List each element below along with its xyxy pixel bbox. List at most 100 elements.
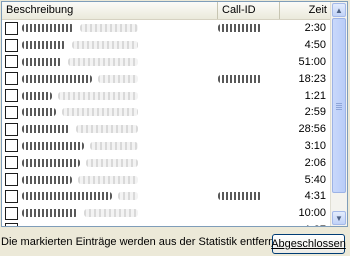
table-row[interactable]: 4:31 [2, 188, 332, 205]
redacted-description [22, 141, 84, 150]
redacted-call-id [218, 192, 262, 201]
redacted-description [22, 209, 78, 218]
description-cell [2, 121, 218, 138]
redacted-description [22, 192, 112, 201]
call-id-cell [218, 87, 280, 104]
description-cell [2, 138, 218, 155]
row-checkbox[interactable] [5, 89, 18, 103]
call-id-cell [218, 205, 280, 222]
row-checkbox[interactable] [5, 55, 18, 69]
description-cell [2, 20, 218, 37]
description-cell [2, 188, 218, 205]
call-id-cell [218, 20, 280, 37]
column-header-description[interactable]: Beschreibung [2, 2, 218, 19]
redacted-description [22, 158, 80, 167]
redacted-description-faint [68, 57, 138, 66]
table-row[interactable]: 2:06 [2, 154, 332, 171]
redacted-description-faint [76, 125, 138, 134]
column-header-call-id[interactable]: Call-ID [218, 2, 280, 19]
row-checkbox[interactable] [5, 21, 18, 35]
table-row[interactable]: 1:37 [2, 222, 332, 226]
call-id-cell [218, 138, 280, 155]
row-checkbox[interactable] [5, 223, 18, 226]
list-header: Beschreibung Call-ID Zeit [2, 2, 332, 20]
time-cell: 2:59 [304, 106, 326, 119]
row-checkbox[interactable] [5, 206, 18, 220]
redacted-call-id [218, 24, 262, 33]
call-id-cell [218, 121, 280, 138]
redacted-description-faint [118, 192, 138, 201]
description-cell [2, 54, 218, 71]
call-id-cell [218, 104, 280, 121]
redacted-description [22, 74, 92, 83]
row-checkbox[interactable] [5, 38, 18, 52]
table-row[interactable]: 51:00 [2, 54, 332, 71]
table-row[interactable]: 1:21 [2, 87, 332, 104]
table-row[interactable]: 18:23 [2, 70, 332, 87]
row-checkbox[interactable] [5, 189, 18, 203]
redacted-description [22, 125, 70, 134]
time-cell: 3:10 [304, 139, 326, 152]
call-id-cell [218, 54, 280, 71]
redacted-description-faint [62, 108, 138, 117]
redacted-description-faint [80, 24, 138, 33]
scroll-up-icon[interactable]: ▲ [332, 3, 346, 17]
list-rows: 2:30 4:50 51:00 18:23 1:21 2:59 28:56 3:10 2:06 5… [2, 20, 332, 226]
redacted-description-faint [88, 225, 138, 226]
done-button[interactable]: Abgeschlossen [271, 234, 346, 254]
redacted-description-faint [78, 175, 138, 184]
call-list[interactable]: Beschreibung Call-ID Zeit 2:30 4:50 51:00 1… [1, 1, 348, 227]
table-row[interactable]: 4:50 [2, 37, 332, 54]
table-row[interactable]: 3:10 [2, 138, 332, 155]
redacted-description [22, 175, 72, 184]
time-cell: 5:40 [304, 173, 326, 186]
vertical-scrollbar[interactable]: ▲ ▼ [330, 2, 347, 226]
call-id-cell [218, 37, 280, 54]
redacted-description [22, 108, 56, 117]
row-checkbox[interactable] [5, 173, 18, 187]
scroll-thumb[interactable] [332, 18, 346, 193]
redacted-description-faint [72, 41, 138, 50]
redacted-description [22, 225, 82, 226]
time-cell: 51:00 [298, 55, 326, 68]
description-cell [2, 154, 218, 171]
description-cell [2, 171, 218, 188]
description-cell [2, 70, 218, 87]
redacted-description [22, 24, 74, 33]
redacted-description-faint [84, 209, 138, 218]
call-id-cell [218, 188, 280, 205]
description-cell [2, 222, 218, 226]
table-row[interactable]: 5:40 [2, 171, 332, 188]
time-cell: 10:00 [298, 207, 326, 220]
call-id-cell [218, 222, 280, 226]
time-cell: 2:30 [304, 22, 326, 35]
status-message: Die markierten Einträge werden aus der S… [1, 236, 281, 248]
time-cell: 18:23 [298, 72, 326, 85]
row-checkbox[interactable] [5, 156, 18, 170]
description-cell [2, 205, 218, 222]
redacted-description-faint [86, 158, 138, 167]
row-checkbox[interactable] [5, 72, 18, 86]
redacted-call-id [218, 74, 262, 83]
row-checkbox[interactable] [5, 105, 18, 119]
table-row[interactable]: 10:00 [2, 205, 332, 222]
time-cell: 1:21 [304, 89, 326, 102]
redacted-description-faint [90, 141, 138, 150]
row-checkbox[interactable] [5, 122, 18, 136]
description-cell [2, 104, 218, 121]
row-checkbox[interactable] [5, 139, 18, 153]
table-row[interactable]: 28:56 [2, 121, 332, 138]
description-cell [2, 87, 218, 104]
call-id-cell [218, 171, 280, 188]
time-cell: 4:31 [304, 190, 326, 203]
redacted-description [22, 41, 66, 50]
description-cell [2, 37, 218, 54]
time-cell: 2:06 [304, 156, 326, 169]
table-row[interactable]: 2:30 [2, 20, 332, 37]
time-cell: 4:50 [304, 39, 326, 52]
redacted-description-faint [98, 74, 138, 83]
grip-icon [336, 102, 342, 110]
column-header-time[interactable]: Zeit [280, 2, 332, 19]
table-row[interactable]: 2:59 [2, 104, 332, 121]
scroll-down-icon[interactable]: ▼ [332, 211, 346, 225]
